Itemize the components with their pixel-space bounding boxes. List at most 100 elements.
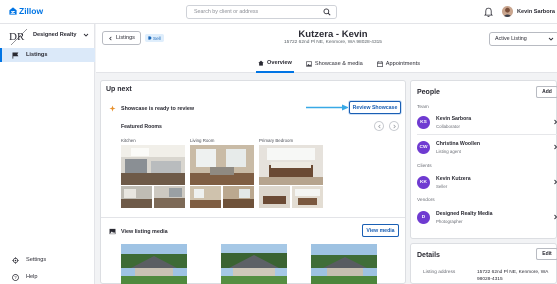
zillow-logo[interactable]: Zillow bbox=[9, 6, 43, 16]
carousel-prev-button[interactable] bbox=[374, 121, 384, 131]
person-role: Collaborator bbox=[436, 124, 460, 129]
tab-overview[interactable]: Overview bbox=[256, 55, 294, 73]
room-label-kitchen: Kitchen bbox=[121, 138, 136, 143]
gear-icon bbox=[12, 256, 19, 264]
chevron-down-icon bbox=[548, 37, 554, 41]
group-label-team: Team bbox=[417, 105, 429, 110]
search-box[interactable] bbox=[186, 5, 337, 19]
person-designed-realty-media[interactable]: D Designed Realty Media Photographer bbox=[417, 209, 557, 229]
person-name: Kevin Sarbora bbox=[436, 116, 472, 122]
image-icon bbox=[306, 61, 312, 67]
chevron-right-icon bbox=[554, 214, 557, 220]
showcase-ready-title: Showcase is ready to review bbox=[121, 106, 195, 112]
carousel-next-button[interactable] bbox=[389, 121, 399, 131]
room-label-living-room: Living Room bbox=[190, 138, 215, 143]
person-role: Listing agent bbox=[436, 149, 461, 154]
featured-rooms-title: Featured Rooms bbox=[121, 124, 162, 130]
person-avatar: D bbox=[417, 211, 430, 224]
primary-bedroom-photo[interactable] bbox=[259, 145, 323, 185]
people-title: People bbox=[417, 89, 440, 96]
bell-icon[interactable] bbox=[484, 7, 493, 17]
zillow-logo-icon bbox=[9, 7, 17, 15]
view-media-button[interactable]: View media bbox=[362, 224, 399, 237]
listing-exterior-photo[interactable] bbox=[311, 244, 377, 284]
arrow-right-icon bbox=[306, 104, 349, 111]
sidebar-item-label: Listings bbox=[26, 52, 48, 58]
room-label-primary-bedroom: Primary Bedroom bbox=[259, 138, 294, 143]
sidebar-item-help[interactable]: ? Help bbox=[0, 270, 95, 284]
listing-status-value: Active Listing bbox=[495, 36, 527, 42]
back-to-listings-button[interactable]: Listings bbox=[102, 31, 141, 45]
person-kevin-sarbora[interactable]: KS Kevin Sarbora Collaborator bbox=[417, 114, 557, 135]
user-name[interactable]: Kevin Sarbora bbox=[517, 9, 555, 15]
listing-status-select[interactable]: Active Listing bbox=[489, 32, 557, 46]
sparkle-icon bbox=[109, 105, 116, 112]
calendar-icon bbox=[376, 61, 383, 67]
tab-showcase-media[interactable]: Showcase & media bbox=[304, 55, 365, 73]
sell-badge-label: Sell bbox=[153, 35, 161, 41]
person-name: Christina Woollen bbox=[436, 141, 480, 147]
chevron-right-icon bbox=[554, 144, 557, 150]
page-title: Kutzera - Kevin bbox=[298, 29, 368, 40]
top-bar: Zillow Kevin Sarbora bbox=[0, 0, 557, 24]
user-avatar[interactable] bbox=[502, 6, 513, 17]
person-avatar: KS bbox=[417, 116, 430, 129]
listing-header: Listings Sell Kutzera - Kevin 15722 62nd… bbox=[96, 24, 557, 73]
living-room-thumbnail[interactable] bbox=[190, 186, 221, 208]
person-name: Kevin Kutzera bbox=[436, 176, 471, 182]
search-input[interactable] bbox=[187, 6, 317, 18]
up-next-title: Up next bbox=[106, 86, 132, 93]
tab-label: Showcase & media bbox=[314, 61, 363, 67]
sidebar-item-listings[interactable]: Listings bbox=[0, 48, 95, 62]
chevron-down-icon[interactable] bbox=[83, 32, 89, 38]
sidebar-item-settings[interactable]: Settings bbox=[0, 253, 95, 267]
brand-name[interactable]: Designed Realty bbox=[33, 32, 77, 38]
details-card: Details Edit Listing address 15722 62nd … bbox=[410, 243, 557, 284]
listing-exterior-photo[interactable] bbox=[221, 244, 287, 284]
person-avatar: KK bbox=[417, 176, 430, 189]
person-name: Designed Realty Media bbox=[436, 211, 493, 217]
listing-exterior-photo[interactable] bbox=[121, 244, 187, 284]
edit-details-button[interactable]: Edit bbox=[536, 248, 557, 260]
review-showcase-button[interactable]: Review Showcase bbox=[349, 101, 401, 114]
living-room-thumbnail[interactable] bbox=[223, 186, 254, 208]
details-title: Details bbox=[417, 252, 440, 259]
tag-icon bbox=[148, 36, 152, 40]
person-christina-woollen[interactable]: CW Christina Woollen Listing agent bbox=[417, 139, 557, 159]
up-next-card: Up next Showcase is ready to review Revi… bbox=[100, 80, 406, 284]
person-avatar: CW bbox=[417, 141, 430, 154]
kitchen-thumbnail[interactable] bbox=[121, 186, 152, 208]
living-room-photo[interactable] bbox=[190, 145, 254, 185]
tab-label: Appointments bbox=[385, 61, 420, 67]
svg-text:?: ? bbox=[14, 275, 17, 280]
group-label-vendors: Vendors bbox=[417, 198, 435, 203]
flag-icon bbox=[12, 51, 19, 59]
people-card: People Add Team KS Kevin Sarbora Collabo… bbox=[410, 80, 557, 239]
app-name: Zillow bbox=[19, 6, 44, 16]
brand-logo[interactable]: DR bbox=[8, 27, 30, 47]
chevron-left-icon bbox=[377, 124, 381, 128]
chevron-right-icon bbox=[554, 119, 557, 125]
home-icon bbox=[258, 60, 264, 66]
primary-bedroom-thumbnail[interactable] bbox=[259, 186, 290, 208]
listing-address-label: Listing address bbox=[423, 270, 456, 275]
listing-tabs: Overview Showcase & media Appointments bbox=[256, 55, 422, 73]
sell-badge: Sell bbox=[145, 34, 164, 42]
image-icon bbox=[109, 228, 116, 235]
user-photo bbox=[503, 7, 512, 17]
person-kevin-kutzera[interactable]: KK Kevin Kutzera Seller bbox=[417, 174, 557, 194]
tab-appointments[interactable]: Appointments bbox=[375, 55, 422, 73]
person-role: Photographer bbox=[436, 219, 463, 224]
sidebar: DR Designed Realty Listings Settings ? H… bbox=[0, 24, 95, 284]
add-person-button[interactable]: Add bbox=[536, 86, 557, 98]
primary-bedroom-thumbnail[interactable] bbox=[292, 186, 323, 208]
kitchen-thumbnail[interactable] bbox=[154, 186, 185, 208]
kitchen-photo[interactable] bbox=[121, 145, 185, 185]
chevron-right-icon bbox=[554, 179, 557, 185]
section-divider bbox=[101, 217, 405, 218]
person-role: Seller bbox=[436, 184, 448, 189]
tab-label: Overview bbox=[267, 60, 292, 66]
group-label-clients: Clients bbox=[417, 164, 432, 169]
search-icon[interactable] bbox=[323, 8, 331, 16]
listing-address: 15722 62nd Pl NE, Kenmore, WA 98028-4315 bbox=[284, 40, 382, 45]
